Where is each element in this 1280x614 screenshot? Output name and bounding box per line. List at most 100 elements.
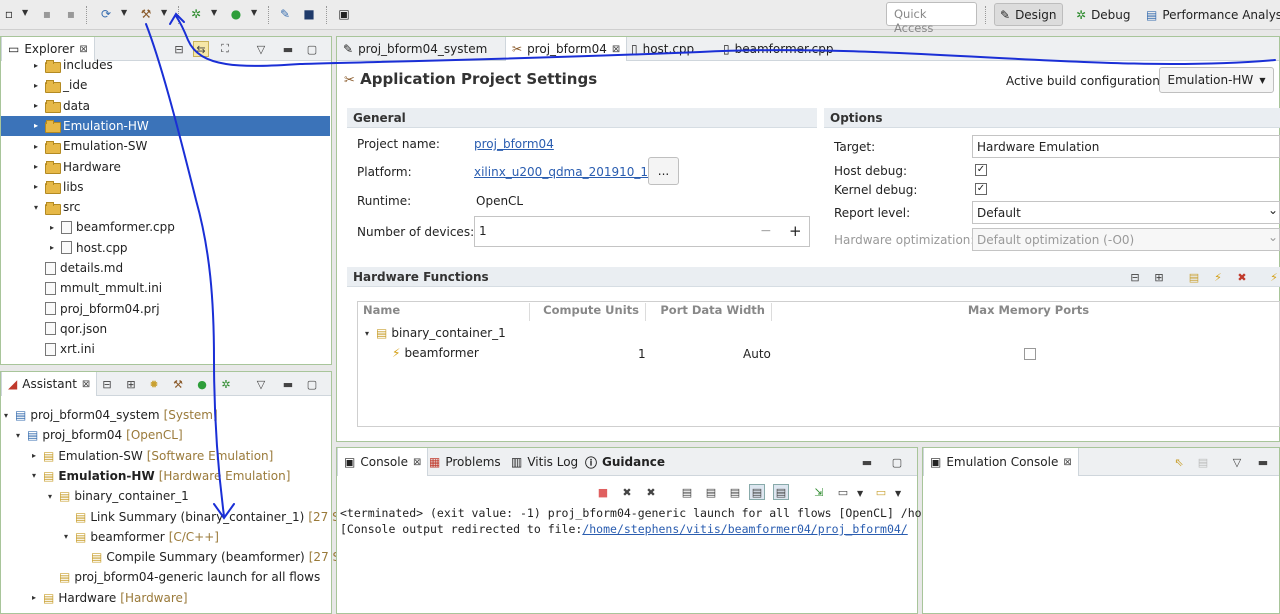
- assistant-item[interactable]: ▸ ▤ Hardware [Hardware]: [29, 588, 188, 608]
- expand-toggle-icon[interactable]: ▸: [47, 223, 57, 232]
- expand-toggle-icon[interactable]: ▸: [31, 162, 41, 171]
- explorer-item[interactable]: ▾ src: [1, 197, 81, 217]
- tab-proj-bform04[interactable]: ✂ proj_bform04 ⊠: [505, 37, 628, 61]
- expand-toggle-icon[interactable]: ▾: [13, 431, 23, 440]
- perspective-debug[interactable]: ✲ Debug: [1071, 3, 1136, 26]
- clear-console-icon[interactable]: ▤: [679, 484, 695, 500]
- open-console-icon[interactable]: ▭: [873, 484, 889, 500]
- save-icon[interactable]: ▪: [38, 5, 56, 23]
- explorer-item[interactable]: ▸ Emulation-SW: [1, 136, 147, 156]
- table-row[interactable]: ⚡ beamformer: [392, 343, 479, 363]
- add-function-icon[interactable]: ▤: [1186, 269, 1202, 285]
- accelerator-icon[interactable]: ⚡: [1210, 269, 1226, 285]
- expand-toggle-icon[interactable]: ▸: [31, 61, 41, 70]
- scroll-lock-icon[interactable]: ▤: [703, 484, 719, 500]
- maximize-icon[interactable]: ▢: [889, 454, 905, 470]
- explorer-item[interactable]: ▸ Emulation-HW: [1, 115, 330, 136]
- expand-toggle-icon[interactable]: ▸: [31, 101, 41, 110]
- assistant-item[interactable]: ▤ Link Summary (binary_container_1) [27 Se: [61, 507, 347, 527]
- terminate-icon[interactable]: ■: [595, 484, 611, 500]
- tab-vitis-log[interactable]: ▥ Vitis Log: [505, 448, 584, 476]
- hw-optimization-select[interactable]: Default optimization (-O0): [972, 228, 1280, 251]
- assistant-item[interactable]: ▸ ▤ Emulation-SW [Software Emulation]: [29, 446, 273, 466]
- view-menu-icon[interactable]: ▽: [253, 41, 269, 57]
- assistant-item[interactable]: ▾ ▤ binary_container_1: [45, 486, 193, 506]
- explorer-item[interactable]: details.md: [1, 258, 123, 278]
- chevron-down-icon[interactable]: ▼: [121, 9, 129, 17]
- display-console-icon[interactable]: ▭: [835, 484, 851, 500]
- pointer-icon[interactable]: ⇖: [1171, 454, 1187, 470]
- explorer-item[interactable]: ▸ libs: [1, 177, 84, 197]
- build-hammer-icon[interactable]: ⚒: [170, 376, 186, 392]
- max-memory-ports-checkbox[interactable]: [1024, 348, 1036, 360]
- close-icon[interactable]: ⊠: [1063, 457, 1071, 468]
- chevron-down-icon[interactable]: ▼: [251, 9, 259, 17]
- expand-toggle-icon[interactable]: ▾: [61, 532, 71, 541]
- expand-toggle-icon[interactable]: ▸: [31, 81, 41, 90]
- show-on-output-icon[interactable]: ▤: [749, 484, 765, 500]
- expand-toggle-icon[interactable]: ▸: [47, 243, 57, 252]
- minimize-icon[interactable]: ▬: [280, 376, 296, 392]
- chevron-down-icon[interactable]: ▼: [211, 9, 219, 17]
- link-editor-icon[interactable]: ⇆: [193, 41, 209, 57]
- tab-host-cpp[interactable]: ▯ host.cpp: [625, 37, 700, 61]
- assistant-item[interactable]: ▾ ▤ proj_bform04 [OpenCL]: [13, 425, 183, 445]
- maximize-icon[interactable]: ▢: [304, 376, 320, 392]
- explorer-item[interactable]: ▸ Hardware: [1, 157, 121, 177]
- devices-increment-button[interactable]: +: [789, 222, 802, 240]
- new-icon[interactable]: ▫: [0, 5, 18, 23]
- explorer-item[interactable]: proj_bform04.prj: [1, 299, 160, 319]
- collapse-all-icon[interactable]: ⊟: [1127, 269, 1143, 285]
- chevron-down-icon[interactable]: ▼: [161, 9, 169, 17]
- tab-guidance[interactable]: ⓘ Guidance: [579, 448, 671, 476]
- expand-all-icon[interactable]: ⊞: [123, 376, 139, 392]
- tab-emulation-console[interactable]: ▣ Emulation Console ⊠: [923, 448, 1079, 476]
- show-on-error-icon[interactable]: ▤: [773, 484, 789, 500]
- close-icon[interactable]: ⊠: [413, 457, 421, 468]
- terminal-icon[interactable]: ■: [300, 5, 318, 23]
- assistant-item[interactable]: ▤ Compile Summary (beamformer) [27 Se: [77, 547, 348, 567]
- table-row[interactable]: ▾ ▤ binary_container_1: [362, 323, 506, 343]
- devices-decrement-button[interactable]: −: [760, 223, 772, 239]
- debug-bug-icon[interactable]: ✲: [187, 5, 205, 23]
- debug-bug-icon[interactable]: ✲: [218, 376, 234, 392]
- minimize-icon[interactable]: ▬: [1255, 454, 1271, 470]
- host-debug-checkbox[interactable]: ✓: [975, 164, 987, 176]
- view-menu-icon[interactable]: ▽: [1229, 454, 1245, 470]
- close-icon[interactable]: ⊠: [612, 44, 620, 55]
- explorer-item[interactable]: mmult_mmult.ini: [1, 278, 162, 298]
- expand-toggle-icon[interactable]: ▾: [1, 411, 11, 420]
- port-width-value[interactable]: Auto: [743, 347, 771, 361]
- expand-toggle-icon[interactable]: ▸: [29, 451, 39, 460]
- filter-icon[interactable]: ⛶: [217, 41, 233, 57]
- refresh-icon[interactable]: ⟳: [97, 5, 115, 23]
- explorer-item[interactable]: ▸ _ide: [1, 75, 87, 95]
- column-header-port-width[interactable]: Port Data Width: [646, 303, 772, 321]
- maximize-icon[interactable]: ▢: [304, 41, 320, 57]
- report-level-select[interactable]: Default: [972, 201, 1280, 224]
- assistant-item[interactable]: ▤ proj_bform04-generic launch for all flo…: [45, 567, 324, 587]
- expand-toggle-icon[interactable]: ▸: [31, 121, 41, 130]
- pin-console-icon[interactable]: ⇲: [811, 484, 827, 500]
- save-all-icon[interactable]: ▪: [62, 5, 80, 23]
- assistant-item[interactable]: ▾ ▤ proj_bform04_system [System]: [1, 405, 218, 425]
- tab-assistant[interactable]: ◢ Assistant ⊠: [1, 372, 98, 396]
- explorer-item[interactable]: ▸ host.cpp: [1, 238, 128, 258]
- chevron-down-icon[interactable]: ▼: [895, 490, 903, 498]
- quick-access-input[interactable]: Quick Access: [886, 2, 977, 35]
- explorer-item[interactable]: ▸ data: [1, 96, 90, 116]
- remove-all-icon[interactable]: ✖: [643, 484, 659, 500]
- tab-beamformer-cpp[interactable]: ▯ beamformer.cpp: [717, 37, 840, 61]
- run-icon[interactable]: ●: [194, 376, 210, 392]
- expand-all-icon[interactable]: ⊞: [1151, 269, 1167, 285]
- assistant-item[interactable]: ▾ ▤ Emulation-HW [Hardware Emulation]: [29, 466, 290, 486]
- chevron-down-icon[interactable]: ⌄: [1268, 230, 1278, 244]
- column-header-max-memory-ports[interactable]: Max Memory Ports: [772, 303, 1280, 321]
- chevron-down-icon[interactable]: ▼: [857, 490, 865, 498]
- collapse-all-icon[interactable]: ⊟: [171, 41, 187, 57]
- perspective-design[interactable]: ✎ Design: [994, 3, 1063, 26]
- settings-gear-icon[interactable]: ✹: [146, 376, 162, 392]
- perspective-performance-analysis[interactable]: ▤ Performance Analysis: [1141, 3, 1280, 26]
- remove-icon[interactable]: ✖: [1234, 269, 1250, 285]
- tab-console[interactable]: ▣ Console ⊠: [337, 448, 429, 476]
